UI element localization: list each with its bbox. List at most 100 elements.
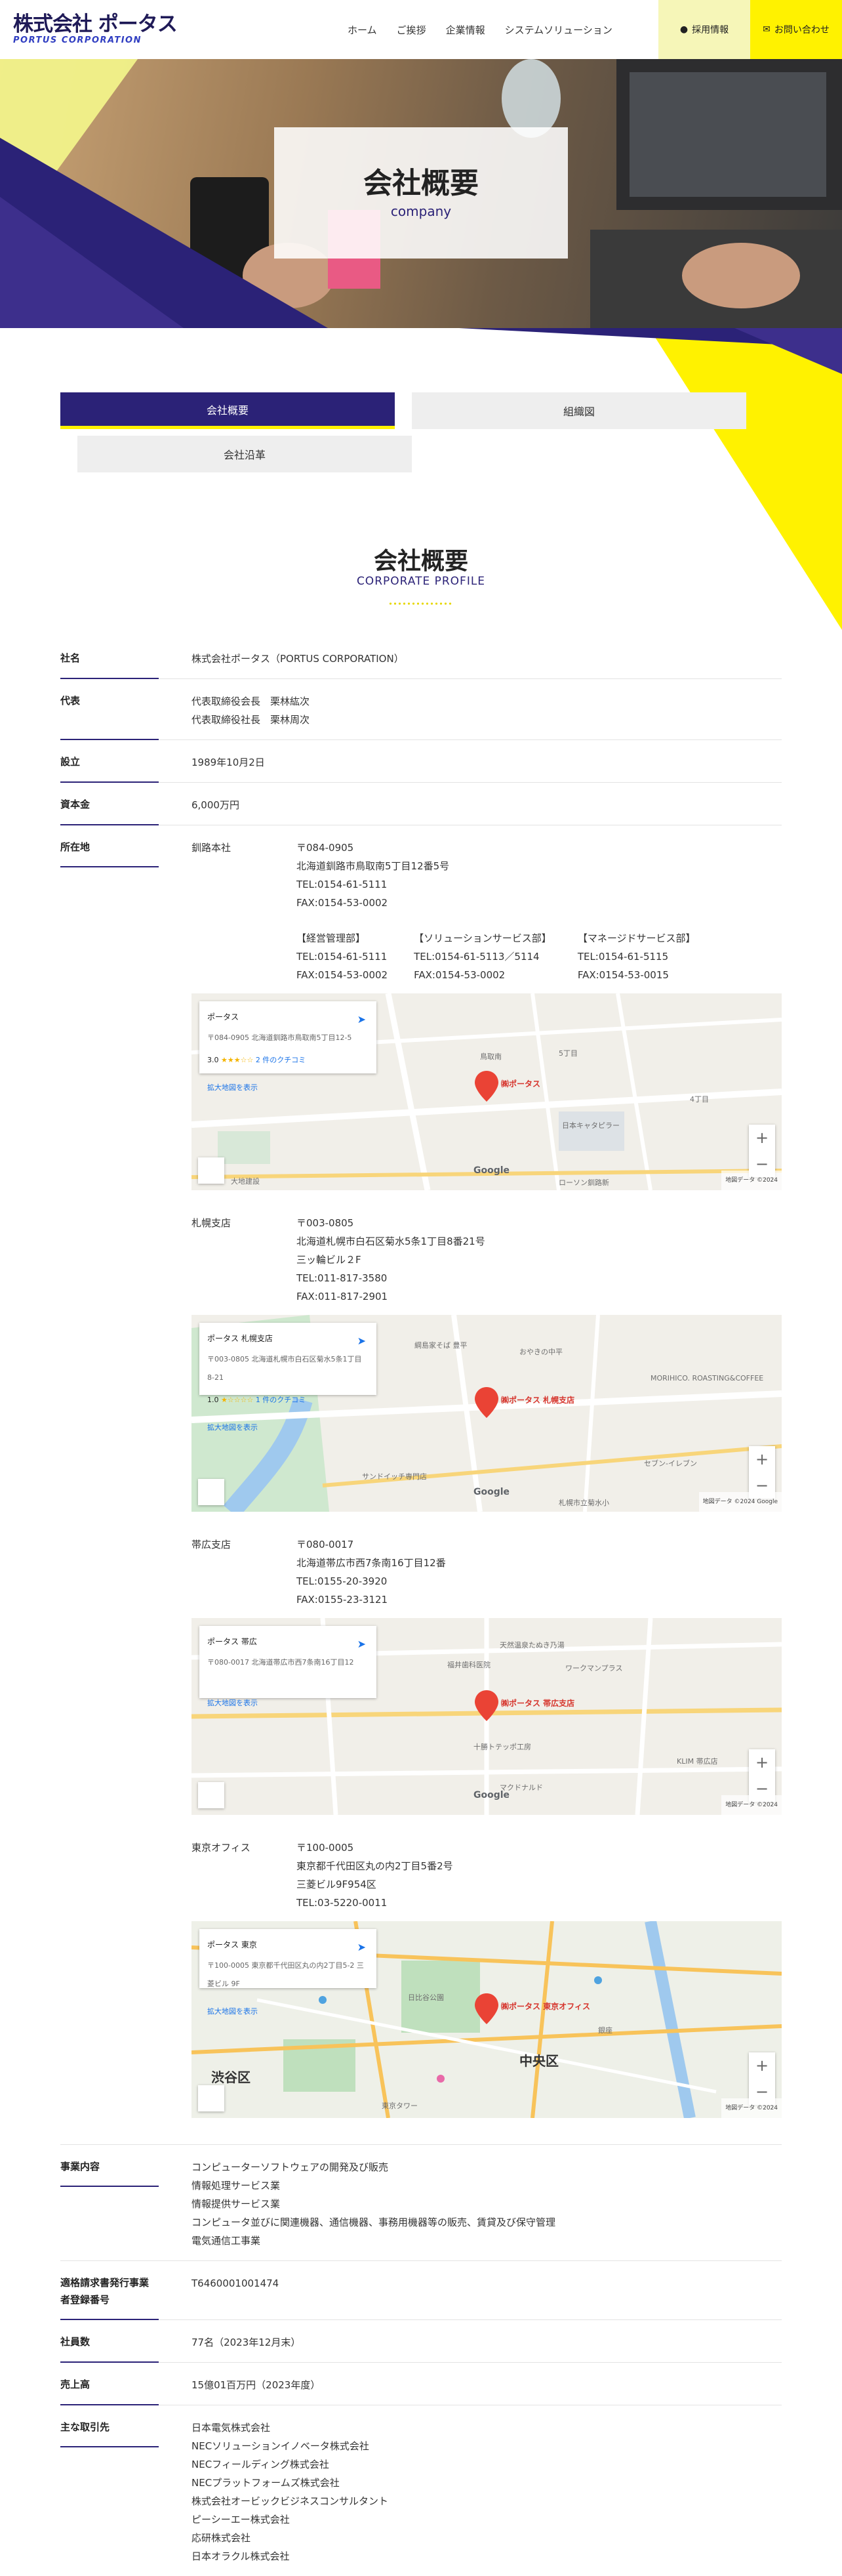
contact-label: お問い合わせ	[774, 25, 830, 35]
tab-company-overview[interactable]: 会社概要	[60, 392, 395, 429]
row-value: 1989年10月2日	[191, 757, 265, 768]
map-zoom-control: + −	[749, 1749, 775, 1802]
map-hq[interactable]: 鳥取南 5丁目 日本キャタピラー ローソン釧路新 4丁目 大地建設 ㈱ポータス …	[191, 993, 782, 1190]
map-larger-link[interactable]: 拡大地図を表示	[207, 2003, 369, 2021]
value-line: NECソリューションイノベータ株式会社	[191, 2440, 369, 2452]
value-line: 〒084-0905	[296, 842, 354, 854]
map-copyright: 地図データ ©2024	[721, 1171, 782, 1190]
value-line: コンピューターソフトウェアの開発及び販売	[191, 2161, 389, 2173]
street-view-icon[interactable]	[198, 1479, 224, 1505]
map-card-title: ポータス 札幌支店	[207, 1334, 273, 1343]
page-title: 会社概要	[363, 167, 479, 200]
section-title: 会社概要	[373, 548, 468, 575]
map-sapporo[interactable]: 綱島家そば 豊平 おやきの中平 MORIHICO. ROASTING&COFFE…	[191, 1315, 782, 1512]
map-rating-value: 3.0	[207, 1056, 219, 1064]
tab-org-chart[interactable]: 組織図	[412, 392, 746, 429]
directions-icon[interactable]: ➤	[357, 1938, 366, 1957]
value-line: 北海道札幌市白石区菊水5条1丁目8番21号	[296, 1236, 485, 1247]
branch-info: 〒080-0017 北海道帯広市西7条南16丁目12番 TEL:0155-20-…	[296, 1535, 782, 1609]
profile-table: 社名 株式会社ポータス（PORTUS CORPORATION） 代表 代表取締役…	[60, 636, 782, 2576]
row-label: 適格請求書発行事業 者登録番号	[60, 2261, 159, 2320]
value-line: 三ッ輪ビル２F	[296, 1254, 361, 1266]
map-larger-link[interactable]: 拡大地図を表示	[207, 1694, 369, 1713]
branch-info: 〒100-0005 東京都千代田区丸の内2丁目5番2号 三菱ビル9F954区 T…	[296, 1839, 782, 1912]
map-info-card: ポータス 帯広 〒080-0017 北海道帯広市西7条南16丁目12 拡大地図を…	[199, 1626, 376, 1707]
google-logo: Google	[473, 1790, 510, 1800]
recruit-label: 採用情報	[692, 25, 729, 35]
value-line: FAX:011-817-2901	[296, 1291, 388, 1302]
row-label: 資本金	[60, 783, 159, 825]
star-icon: ★★★☆☆	[221, 1056, 254, 1064]
row-value: 釧路本社 〒084-0905 北海道釧路市鳥取南5丁目12番5号 TEL:015…	[159, 825, 782, 2144]
hero-banner: 会社概要 company	[0, 59, 842, 328]
mail-icon: ✉	[763, 24, 771, 35]
map-label: ローソン釧路新	[559, 1178, 609, 1187]
map-card-address: 〒084-0905 北海道釧路市鳥取南5丁目12-5	[207, 1033, 352, 1042]
global-nav: ホーム ご挨拶 企業情報 システムソリューション	[348, 0, 632, 59]
branch-info: 〒003-0805 北海道札幌市白石区菊水5条1丁目8番21号 三ッ輪ビル２F …	[296, 1214, 782, 1306]
map-zoom-control: + −	[749, 2052, 775, 2105]
value-line: TEL:0154-61-5111	[296, 951, 388, 963]
zoom-in-button[interactable]: +	[749, 1749, 775, 1776]
map-larger-link[interactable]: 拡大地図を表示	[207, 1079, 369, 1097]
value-line: TEL:0154-61-5115	[577, 951, 669, 963]
table-row: 適格請求書発行事業 者登録番号 T6460001001474	[60, 2261, 782, 2320]
map-label: 十勝トテッポ工房	[473, 1742, 531, 1751]
street-view-icon[interactable]	[198, 2085, 224, 2111]
contact-button[interactable]: ✉ お問い合わせ	[750, 0, 842, 59]
map-copyright: 地図データ ©2024	[721, 1795, 782, 1815]
table-row: 事業内容 コンピューターソフトウェアの開発及び販売 情報処理サービス業 情報提供…	[60, 2145, 782, 2261]
value-line: 日本オラクル株式会社	[191, 2550, 290, 2562]
section-divider	[388, 602, 454, 605]
row-value: 代表取締役会長 栗林紘次 代表取締役社長 栗林周次	[159, 679, 782, 739]
map-label: 5丁目	[559, 1049, 578, 1058]
zoom-in-button[interactable]: +	[749, 1125, 775, 1151]
logo-jp-text: 株式会社 ポータス	[13, 12, 178, 36]
company-logo[interactable]: 株式会社 ポータス PORTUS CORPORATION	[13, 12, 178, 46]
branch-tokyo: 東京オフィス 〒100-0005 東京都千代田区丸の内2丁目5番2号 三菱ビル9…	[191, 1839, 782, 1912]
label-line: 適格請求書発行事業	[60, 2277, 150, 2289]
map-card-address: 〒080-0017 北海道帯広市西7条南16丁目12	[207, 1658, 354, 1667]
map-larger-link[interactable]: 拡大地図を表示	[207, 1419, 369, 1437]
zoom-in-button[interactable]: +	[749, 1446, 775, 1472]
value-line: FAX:0155-23-3121	[296, 1594, 388, 1606]
map-zoom-control: + −	[749, 1125, 775, 1177]
directions-icon[interactable]: ➤	[357, 1635, 366, 1653]
tab-history[interactable]: 会社沿革	[77, 436, 412, 472]
zoom-in-button[interactable]: +	[749, 2052, 775, 2079]
value-line: 日本電気株式会社	[191, 2422, 271, 2434]
table-row: 売上高 15億01百万円（2023年度）	[60, 2363, 782, 2405]
map-card-address: 〒100-0005 東京都千代田区丸の内2丁目5-2 三菱ビル 9F	[207, 1961, 364, 1988]
table-row: 所在地 釧路本社 〒084-0905 北海道釧路市鳥取南5丁目12番5号 TEL…	[60, 825, 782, 2145]
branch-obihiro: 帯広支店 〒080-0017 北海道帯広市西7条南16丁目12番 TEL:015…	[191, 1535, 782, 1609]
map-rating-value: 1.0	[207, 1396, 219, 1404]
row-label: 設立	[60, 740, 159, 783]
value-line: 〒003-0805	[296, 1217, 354, 1229]
map-label: 日本キャタピラー	[562, 1121, 620, 1130]
row-label: 事業内容	[60, 2145, 159, 2187]
value-line: 株式会社オービックビジネスコンサルタント	[191, 2495, 389, 2507]
nav-item-home[interactable]: ホーム	[348, 23, 377, 37]
hero-title-box: 会社概要 company	[274, 127, 568, 259]
nav-item-solution[interactable]: システムソリューション	[505, 23, 612, 37]
value-line: 応研株式会社	[191, 2532, 251, 2544]
branch-name: 帯広支店	[191, 1539, 231, 1550]
branch-hq: 釧路本社 〒084-0905 北海道釧路市鳥取南5丁目12番5号 TEL:015…	[191, 839, 782, 912]
street-view-icon[interactable]	[198, 1157, 224, 1184]
nav-item-greeting[interactable]: ご挨拶	[397, 23, 426, 37]
recruit-button[interactable]: ● 採用情報	[658, 0, 750, 59]
value-line: FAX:0154-53-0002	[296, 969, 388, 981]
map-reviews-link[interactable]: 1 件のクチコミ	[256, 1396, 306, 1404]
map-reviews-link[interactable]: 2 件のクチコミ	[256, 1056, 306, 1064]
table-row: 設立 1989年10月2日	[60, 740, 782, 783]
directions-icon[interactable]: ➤	[357, 1010, 366, 1029]
label-line: 者登録番号	[60, 2294, 110, 2306]
map-label: 鳥取南	[480, 1052, 502, 1061]
map-tokyo[interactable]: 渋谷区 中央区 日比谷公園 東京タワー 銀座 ㈱ポータス 東京オフィス ポータス…	[191, 1921, 782, 2118]
street-view-icon[interactable]	[198, 1782, 224, 1808]
nav-item-company[interactable]: 企業情報	[446, 23, 485, 37]
row-value: 日本電気株式会社 NECソリューションイノベータ株式会社 NECフィールディング…	[159, 2405, 782, 2576]
directions-icon[interactable]: ➤	[357, 1332, 366, 1350]
map-pin-label: ㈱ポータス	[501, 1079, 540, 1089]
map-obihiro[interactable]: 天然温泉たぬき乃湯 福井歯科医院 ワークマンプラス 十勝トテッポ工房 マクドナル…	[191, 1618, 782, 1815]
